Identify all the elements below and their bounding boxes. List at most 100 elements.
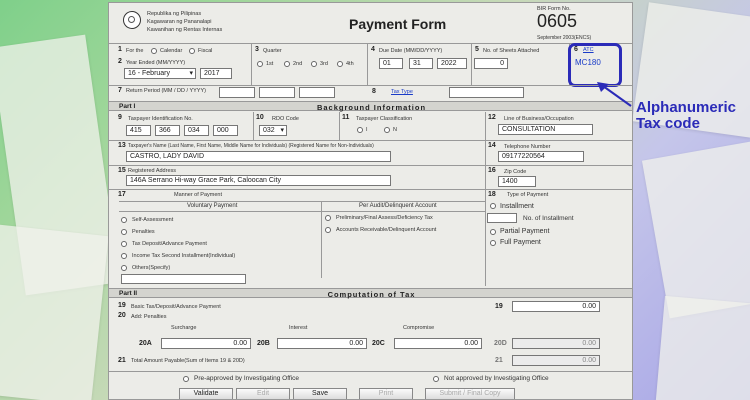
- basic-tax-label: Basic Tax/Deposit/Advance Payment: [131, 304, 221, 310]
- sheets-attached-label: No. of Sheets Attached: [483, 48, 540, 54]
- zip-code-input[interactable]: 1400: [498, 176, 536, 187]
- form-version: September 2003(ENCS): [537, 35, 592, 41]
- pre-approved-radio[interactable]: [183, 376, 189, 382]
- installment-count-input[interactable]: [487, 213, 517, 223]
- surcharge-label: Surcharge: [171, 325, 197, 331]
- full-payment-radio[interactable]: [490, 240, 496, 246]
- installment-label: Installment: [500, 203, 534, 210]
- return-period-dd-input[interactable]: [259, 87, 295, 98]
- calendar-radio[interactable]: [151, 48, 157, 54]
- due-date-label: Due Date (MM/DD/YYYY): [379, 48, 443, 54]
- penalties-radio[interactable]: [121, 229, 127, 235]
- no-of-installment-label: No. of Installment: [523, 215, 574, 222]
- deficiency-tax-radio[interactable]: [325, 215, 331, 221]
- self-assessment-label: Self-Assessment: [132, 217, 174, 223]
- year-ended-label: Year Ended (MM/YYYY): [126, 60, 186, 66]
- self-assessment-radio[interactable]: [121, 217, 127, 223]
- partial-payment-radio[interactable]: [490, 229, 496, 235]
- sheets-attached-input[interactable]: 0: [474, 58, 508, 69]
- registered-address-input[interactable]: 146A Serrano Hi-way Grace Park, Caloocan…: [126, 175, 391, 186]
- item-number: 10: [256, 114, 264, 121]
- quarter-3rd-radio[interactable]: [311, 61, 317, 67]
- quarter-label: Quarter: [263, 48, 282, 54]
- agency-line: Republika ng Pilipinas: [147, 11, 202, 17]
- pre-approved-label: Pre-approved by Investigating Office: [194, 375, 300, 382]
- item-number: 9: [118, 114, 122, 121]
- return-period-yyyy-input[interactable]: [299, 87, 335, 98]
- form-number: 0605: [537, 11, 578, 31]
- add-penalties-label: Add: Penalties: [131, 314, 167, 320]
- tax-deposit-radio[interactable]: [121, 241, 127, 247]
- partial-payment-label: Partial Payment: [500, 228, 550, 235]
- taxpayer-name-label: Taxpayer's Name (Last Name, First Name, …: [128, 143, 374, 149]
- classification-n-radio[interactable]: [384, 127, 390, 133]
- taxpayer-name-input[interactable]: CASTRO, LADY DAVID: [126, 151, 391, 162]
- due-date-yyyy-input[interactable]: 2022: [437, 58, 467, 69]
- item-number: 17: [118, 191, 126, 198]
- due-date-dd-input[interactable]: 31: [409, 58, 433, 69]
- item-number: 21: [495, 357, 503, 364]
- item-number: 14: [488, 142, 496, 149]
- second-installment-radio[interactable]: [121, 253, 127, 259]
- compromise-input[interactable]: 0.00: [394, 338, 482, 349]
- tax-type-input[interactable]: [449, 87, 524, 98]
- quarter-2nd-radio[interactable]: [284, 61, 290, 67]
- telephone-label: Telephone Number: [504, 144, 551, 150]
- quarter-4th-radio[interactable]: [337, 61, 343, 67]
- total-amount-input[interactable]: 0.00: [512, 355, 600, 366]
- background-document: [655, 295, 750, 400]
- item-number: 3: [255, 46, 259, 53]
- save-button[interactable]: Save: [293, 388, 347, 399]
- validate-button[interactable]: Validate: [179, 388, 233, 399]
- tin-part2-input[interactable]: 366: [155, 125, 180, 136]
- surcharge-input[interactable]: 0.00: [161, 338, 251, 349]
- installment-radio[interactable]: [490, 203, 496, 209]
- item-number: 12: [488, 114, 496, 121]
- line-of-business-input[interactable]: CONSULTATION: [498, 124, 593, 135]
- rdo-code-select[interactable]: 032: [259, 125, 287, 136]
- not-approved-radio[interactable]: [433, 376, 439, 382]
- quarter-1st-radio[interactable]: [257, 61, 263, 67]
- bir-payment-form: Republika ng Pilipinas Kagawaran ng Pana…: [108, 2, 633, 400]
- per-audit-title: Per Audit/Delinquent Account: [359, 203, 437, 209]
- deficiency-tax-label: Preliminary/Final Assess/Deficiency Tax: [336, 215, 433, 221]
- tax-deposit-label: Tax Deposit/Advance Payment: [132, 241, 207, 247]
- year-ended-month-select[interactable]: 16 - February: [124, 68, 196, 79]
- calendar-label: Calendar: [160, 48, 183, 54]
- return-period-mm-input[interactable]: [219, 87, 255, 98]
- submit-final-copy-button[interactable]: Submit / Final Copy: [425, 388, 515, 399]
- fiscal-radio[interactable]: [189, 48, 195, 54]
- year-ended-year-input[interactable]: 2017: [200, 68, 232, 79]
- compromise-label: Compromise: [403, 325, 435, 331]
- classification-i-radio[interactable]: [357, 127, 363, 133]
- type-of-payment-label: Type of Payment: [507, 192, 549, 198]
- zip-code-label: Zip Code: [504, 169, 527, 175]
- item-20c-label: 20C: [372, 340, 385, 347]
- annotation-line-2: Tax code: [636, 115, 700, 132]
- tin-part1-input[interactable]: 415: [126, 125, 151, 136]
- basic-tax-input[interactable]: 0.00: [512, 301, 600, 312]
- others-specify-input[interactable]: [121, 274, 246, 284]
- registered-address-label: Registered Address: [128, 168, 176, 174]
- edit-button[interactable]: Edit: [236, 388, 290, 399]
- accounts-receivable-radio[interactable]: [325, 227, 331, 233]
- background-document: [641, 141, 750, 319]
- tin-part3-input[interactable]: 034: [184, 125, 209, 136]
- item-number: 15: [118, 167, 126, 174]
- tin-part4-input[interactable]: 000: [213, 125, 238, 136]
- item-number: 11: [342, 114, 350, 121]
- fiscal-label: Fiscal: [198, 48, 213, 54]
- quarter-4th-label: 4th: [346, 61, 354, 67]
- tin-label: Taxpayer Identification No.: [128, 116, 193, 122]
- due-date-mm-input[interactable]: 01: [379, 58, 403, 69]
- telephone-input[interactable]: 09177220564: [498, 151, 584, 162]
- item-20a-label: 20A: [139, 340, 152, 347]
- total-penalties-input[interactable]: 0.00: [512, 338, 600, 349]
- item-number: 7: [118, 87, 122, 94]
- full-payment-label: Full Payment: [500, 239, 541, 246]
- others-radio[interactable]: [121, 265, 127, 271]
- interest-input[interactable]: 0.00: [277, 338, 367, 349]
- form-title: Payment Form: [349, 16, 447, 32]
- tax-type-link[interactable]: Tax Type: [391, 89, 413, 95]
- print-button[interactable]: Print: [359, 388, 413, 399]
